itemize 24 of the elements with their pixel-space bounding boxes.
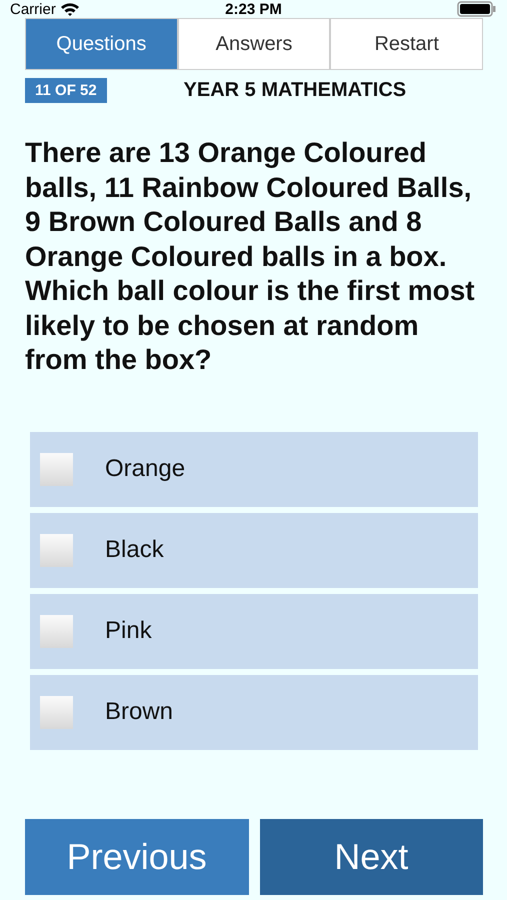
checkbox[interactable] [40, 534, 73, 566]
question-counter: 11 OF 52 [25, 78, 107, 103]
carrier-name: Carrier [10, 0, 56, 18]
checkbox[interactable] [40, 614, 73, 648]
checkbox[interactable] [40, 452, 73, 486]
tab[interactable]: Answers [178, 18, 330, 70]
next-button[interactable]: Next [260, 819, 483, 895]
option-label: Brown [105, 698, 174, 726]
answer-option[interactable]: Brown [30, 674, 478, 750]
tab[interactable]: Restart [330, 18, 484, 70]
answer-option[interactable]: Pink [30, 594, 478, 668]
answer-option[interactable]: Black [30, 512, 478, 588]
question-text: There are 13 Orange Coloured balls, 11 Rainbow Coloured Balls, 9 Brown Coloured Balls and 8 Orange Coloured balls in a box. Which ball colour is the first most likely to be chosen at random from the box? [25, 136, 476, 377]
wifi-icon [60, 2, 80, 16]
answer-option[interactable]: Orange [30, 432, 478, 506]
subject-title: YEAR 5 MATHEMATICS [182, 79, 408, 102]
option-label: Black [105, 536, 164, 564]
previous-button[interactable]: Previous [25, 819, 248, 895]
checkbox[interactable] [40, 696, 73, 728]
option-label: Orange [105, 455, 186, 483]
battery-icon [457, 1, 497, 17]
option-label: Pink [105, 617, 152, 645]
tab[interactable]: Questions [25, 18, 178, 70]
clock-time: 2:23 PM [225, 0, 282, 18]
